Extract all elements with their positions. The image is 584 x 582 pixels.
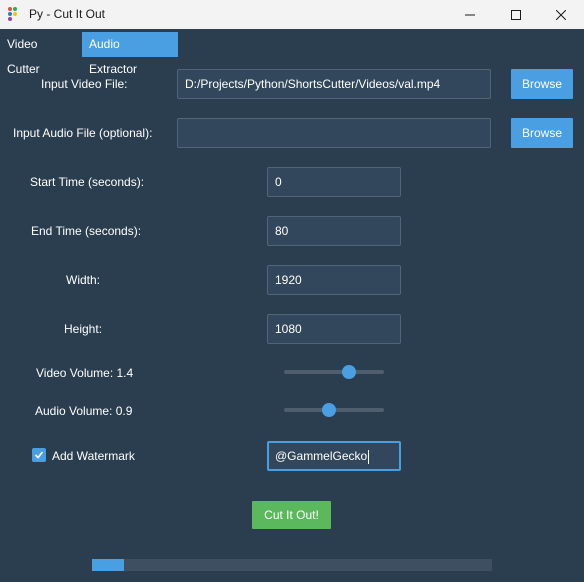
close-icon bbox=[556, 9, 566, 20]
watermark-field[interactable]: @GammelGecko bbox=[267, 441, 401, 471]
close-button[interactable] bbox=[538, 0, 584, 29]
title-bar: Py - Cut It Out bbox=[0, 0, 584, 29]
maximize-icon bbox=[511, 9, 521, 20]
slider-thumb[interactable] bbox=[321, 403, 336, 417]
input-audio-label: Input Audio File (optional): bbox=[13, 126, 153, 140]
watermark-text: @GammelGecko bbox=[275, 449, 368, 463]
slider-thumb[interactable] bbox=[341, 365, 356, 379]
minimize-icon bbox=[465, 14, 475, 15]
progress-bar bbox=[92, 559, 492, 571]
app-icon bbox=[8, 7, 22, 21]
cut-it-out-button[interactable]: Cut It Out! bbox=[252, 501, 331, 529]
audio-volume-label: Audio Volume: 0.9 bbox=[35, 404, 133, 418]
watermark-label: Add Watermark bbox=[52, 449, 135, 463]
video-volume-slider[interactable] bbox=[284, 364, 384, 380]
video-volume-label: Video Volume: 1.4 bbox=[36, 366, 134, 380]
progress-fill bbox=[92, 559, 124, 571]
watermark-checkbox[interactable] bbox=[32, 448, 46, 462]
tab-bar: Video Cutter Audio Extractor bbox=[0, 29, 584, 76]
end-time-label: End Time (seconds): bbox=[31, 224, 142, 238]
width-field[interactable]: 1920 bbox=[267, 265, 401, 295]
window-title: Py - Cut It Out bbox=[29, 7, 106, 21]
maximize-button[interactable] bbox=[493, 0, 539, 29]
end-time-field[interactable]: 80 bbox=[267, 216, 401, 246]
browse-video-button[interactable]: Browse bbox=[511, 69, 573, 99]
minimize-button[interactable] bbox=[447, 0, 493, 29]
text-caret bbox=[368, 449, 370, 464]
input-video-field[interactable]: D:/Projects/Python/ShortsCutter/Videos/v… bbox=[177, 69, 491, 99]
start-time-label: Start Time (seconds): bbox=[30, 175, 145, 189]
input-video-label: Input Video File: bbox=[41, 77, 128, 91]
checkmark-icon bbox=[34, 451, 44, 459]
input-audio-field[interactable] bbox=[177, 118, 491, 148]
tab-audio-extractor[interactable]: Audio Extractor bbox=[82, 32, 178, 76]
height-field[interactable]: 1080 bbox=[267, 314, 401, 344]
start-time-field[interactable]: 0 bbox=[267, 167, 401, 197]
width-label: Width: bbox=[66, 273, 101, 287]
slider-trough bbox=[284, 370, 384, 374]
tab-video-cutter[interactable]: Video Cutter bbox=[0, 32, 80, 76]
audio-volume-slider[interactable] bbox=[284, 402, 384, 418]
height-label: Height: bbox=[64, 322, 103, 336]
browse-audio-button[interactable]: Browse bbox=[511, 118, 573, 148]
